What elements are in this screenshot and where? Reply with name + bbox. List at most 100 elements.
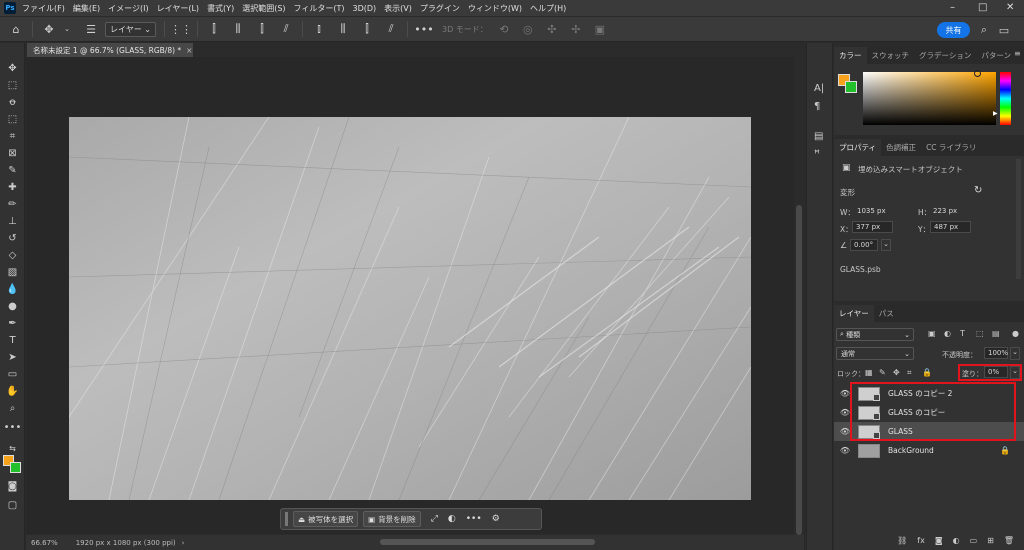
menu-help[interactable]: ヘルプ(H) bbox=[530, 3, 566, 14]
eyedropper-tool-icon[interactable]: ✎ bbox=[4, 163, 21, 178]
height-field[interactable]: 223 px bbox=[930, 205, 970, 217]
menu-select[interactable]: 選択範囲(S) bbox=[242, 3, 285, 14]
lock-position-icon[interactable]: ✥ bbox=[893, 368, 900, 377]
vertical-scroll-thumb[interactable] bbox=[796, 205, 802, 535]
search-icon[interactable]: ⌕ bbox=[976, 22, 992, 38]
distribute-center-icon[interactable]: ⫼ bbox=[335, 21, 351, 37]
adjustment-layer-icon[interactable]: ◐ bbox=[953, 536, 960, 545]
y-field[interactable]: 487 px bbox=[930, 221, 971, 233]
align-top-icon[interactable]: ⫽ bbox=[278, 21, 294, 37]
zoom-tool-icon[interactable]: ⌕ bbox=[4, 401, 21, 416]
canvas-image[interactable] bbox=[69, 117, 751, 500]
tab-layers[interactable]: レイヤー bbox=[834, 305, 874, 322]
new-layer-icon[interactable]: ⊞ bbox=[987, 536, 994, 545]
filter-adjustment-icon[interactable]: ◐ bbox=[944, 329, 951, 338]
layer-style-icon[interactable]: fx bbox=[917, 536, 925, 545]
tab-swatches[interactable]: スウォッチ bbox=[867, 47, 915, 64]
background-color-swatch[interactable] bbox=[10, 462, 21, 473]
adjustment-icon[interactable]: ◐ bbox=[448, 514, 456, 524]
align-center-icon[interactable]: ⫼ bbox=[230, 21, 246, 37]
filter-toggle-icon[interactable]: ● bbox=[1012, 329, 1019, 338]
color-field[interactable] bbox=[863, 70, 996, 125]
link-layers-icon[interactable]: ⛓ bbox=[897, 536, 907, 545]
marquee-tool-icon[interactable]: ⬚ bbox=[4, 78, 21, 93]
chevron-down-icon[interactable]: ⌄ bbox=[59, 21, 75, 37]
panel-menu-icon[interactable]: ≡ bbox=[1014, 49, 1021, 58]
auto-select-icon[interactable]: ☰ bbox=[83, 21, 99, 37]
workspace-icon[interactable]: ▭ bbox=[996, 22, 1012, 38]
quick-mask-icon[interactable]: ◙ bbox=[4, 479, 21, 494]
filter-smart-object-icon[interactable]: ▤ bbox=[992, 329, 1000, 338]
layer-name[interactable]: BackGround bbox=[888, 446, 934, 455]
transform-icon[interactable]: ⤢ bbox=[431, 514, 438, 524]
filter-type-icon[interactable]: T bbox=[960, 329, 965, 338]
lasso-tool-icon[interactable]: ꝋ bbox=[4, 95, 21, 110]
path-select-icon[interactable]: ➤ bbox=[4, 350, 21, 365]
share-button[interactable]: 共有 bbox=[937, 22, 970, 38]
pen-tool-icon[interactable]: ✒ bbox=[4, 316, 21, 331]
gradient-tool-icon[interactable]: ▨ bbox=[4, 265, 21, 280]
lock-artboard-icon[interactable]: ⌗ bbox=[907, 368, 912, 378]
blur-tool-icon[interactable]: 💧 bbox=[4, 282, 21, 297]
settings-sliders-icon[interactable]: ⚙ bbox=[492, 514, 500, 524]
menu-3d[interactable]: 3D(D) bbox=[353, 4, 377, 13]
minimize-icon[interactable]: – bbox=[950, 2, 955, 13]
distribute-spacing-icon[interactable]: ⫽ bbox=[383, 21, 399, 37]
lock-pixels-icon[interactable]: ✎ bbox=[879, 368, 886, 377]
tab-paths[interactable]: パス bbox=[874, 305, 899, 322]
home-icon[interactable]: ⌂ bbox=[8, 21, 24, 37]
menu-image[interactable]: イメージ(I) bbox=[108, 3, 148, 14]
tab-color[interactable]: カラー bbox=[834, 47, 867, 64]
menu-view[interactable]: 表示(V) bbox=[384, 3, 412, 14]
lock-transparency-icon[interactable]: ▦ bbox=[865, 368, 873, 377]
background-color-swatch[interactable] bbox=[845, 81, 857, 93]
select-subject-button[interactable]: ⏏ 被写体を選択 bbox=[293, 511, 359, 527]
align-right-icon[interactable]: ⫿ bbox=[254, 21, 270, 37]
menu-plugins[interactable]: プラグイン bbox=[420, 3, 460, 14]
drag-handle[interactable] bbox=[285, 512, 288, 526]
tab-gradients[interactable]: グラデーション bbox=[914, 47, 976, 64]
distribute-icon[interactable]: ⫾ bbox=[311, 21, 327, 37]
transform-controls-icon[interactable]: ⋮⋮ bbox=[170, 21, 192, 37]
document-info[interactable]: 1920 px x 1080 px (300 ppi) bbox=[76, 539, 176, 547]
menu-window[interactable]: ウィンドウ(W) bbox=[468, 3, 522, 14]
type-tool-icon[interactable]: T bbox=[4, 333, 21, 348]
layer-row[interactable]: 👁 BackGround 🔒 bbox=[834, 441, 1024, 460]
reset-transform-icon[interactable]: ↻ bbox=[974, 185, 982, 196]
filter-shape-icon[interactable]: ⬚ bbox=[976, 329, 984, 338]
color-picker-marker[interactable] bbox=[974, 70, 981, 77]
swap-colors-icon[interactable]: ⇆ bbox=[4, 441, 21, 456]
move-tool-icon[interactable]: ✥ bbox=[4, 61, 21, 76]
angle-dropdown-icon[interactable]: ⌄ bbox=[881, 239, 891, 251]
group-icon[interactable]: ▭ bbox=[970, 536, 978, 545]
tab-adjustments[interactable]: 色調補正 bbox=[881, 139, 921, 156]
glyphs-icon[interactable]: ꟸ bbox=[814, 149, 820, 160]
tab-cc-libraries[interactable]: CC ライブラリ bbox=[921, 139, 981, 156]
hue-slider[interactable] bbox=[1000, 72, 1011, 125]
opacity-dropdown-icon[interactable]: ⌄ bbox=[1010, 347, 1020, 360]
menu-edit[interactable]: 編集(E) bbox=[73, 3, 100, 14]
remove-background-button[interactable]: ▣ 背景を削除 bbox=[363, 511, 421, 527]
tab-properties[interactable]: プロパティ bbox=[834, 139, 882, 156]
filter-pixel-icon[interactable]: ▣ bbox=[928, 329, 936, 338]
lock-all-icon[interactable]: 🔒 bbox=[922, 368, 932, 377]
auto-select-target-dropdown[interactable]: レイヤー ⌄ bbox=[105, 21, 157, 37]
visibility-eye-icon[interactable]: 👁 bbox=[838, 446, 852, 455]
trash-icon[interactable]: 🗑 bbox=[1004, 536, 1014, 545]
history-brush-icon[interactable]: ↺ bbox=[4, 231, 21, 246]
hand-tool-icon[interactable]: ✋ bbox=[4, 384, 21, 399]
rectangle-tool-icon[interactable]: ▭ bbox=[4, 367, 21, 382]
more-icon[interactable]: ••• bbox=[466, 514, 482, 524]
horizontal-scroll-thumb[interactable] bbox=[380, 539, 595, 545]
tab-patterns[interactable]: パターン bbox=[976, 47, 1016, 64]
character-panel-icon[interactable]: A| bbox=[814, 83, 824, 94]
opacity-field[interactable]: 100% bbox=[984, 347, 1008, 359]
menu-filter[interactable]: フィルター(T) bbox=[294, 3, 345, 14]
chevron-right-icon[interactable]: › bbox=[182, 539, 185, 547]
x-field[interactable]: 377 px bbox=[852, 221, 893, 233]
maximize-icon[interactable]: □ bbox=[978, 2, 987, 13]
menu-file[interactable]: ファイル(F) bbox=[22, 3, 65, 14]
healing-brush-icon[interactable]: ✚ bbox=[4, 180, 21, 195]
frame-tool-icon[interactable]: ⊠ bbox=[4, 146, 21, 161]
brush-tool-icon[interactable]: ✏ bbox=[4, 197, 21, 212]
